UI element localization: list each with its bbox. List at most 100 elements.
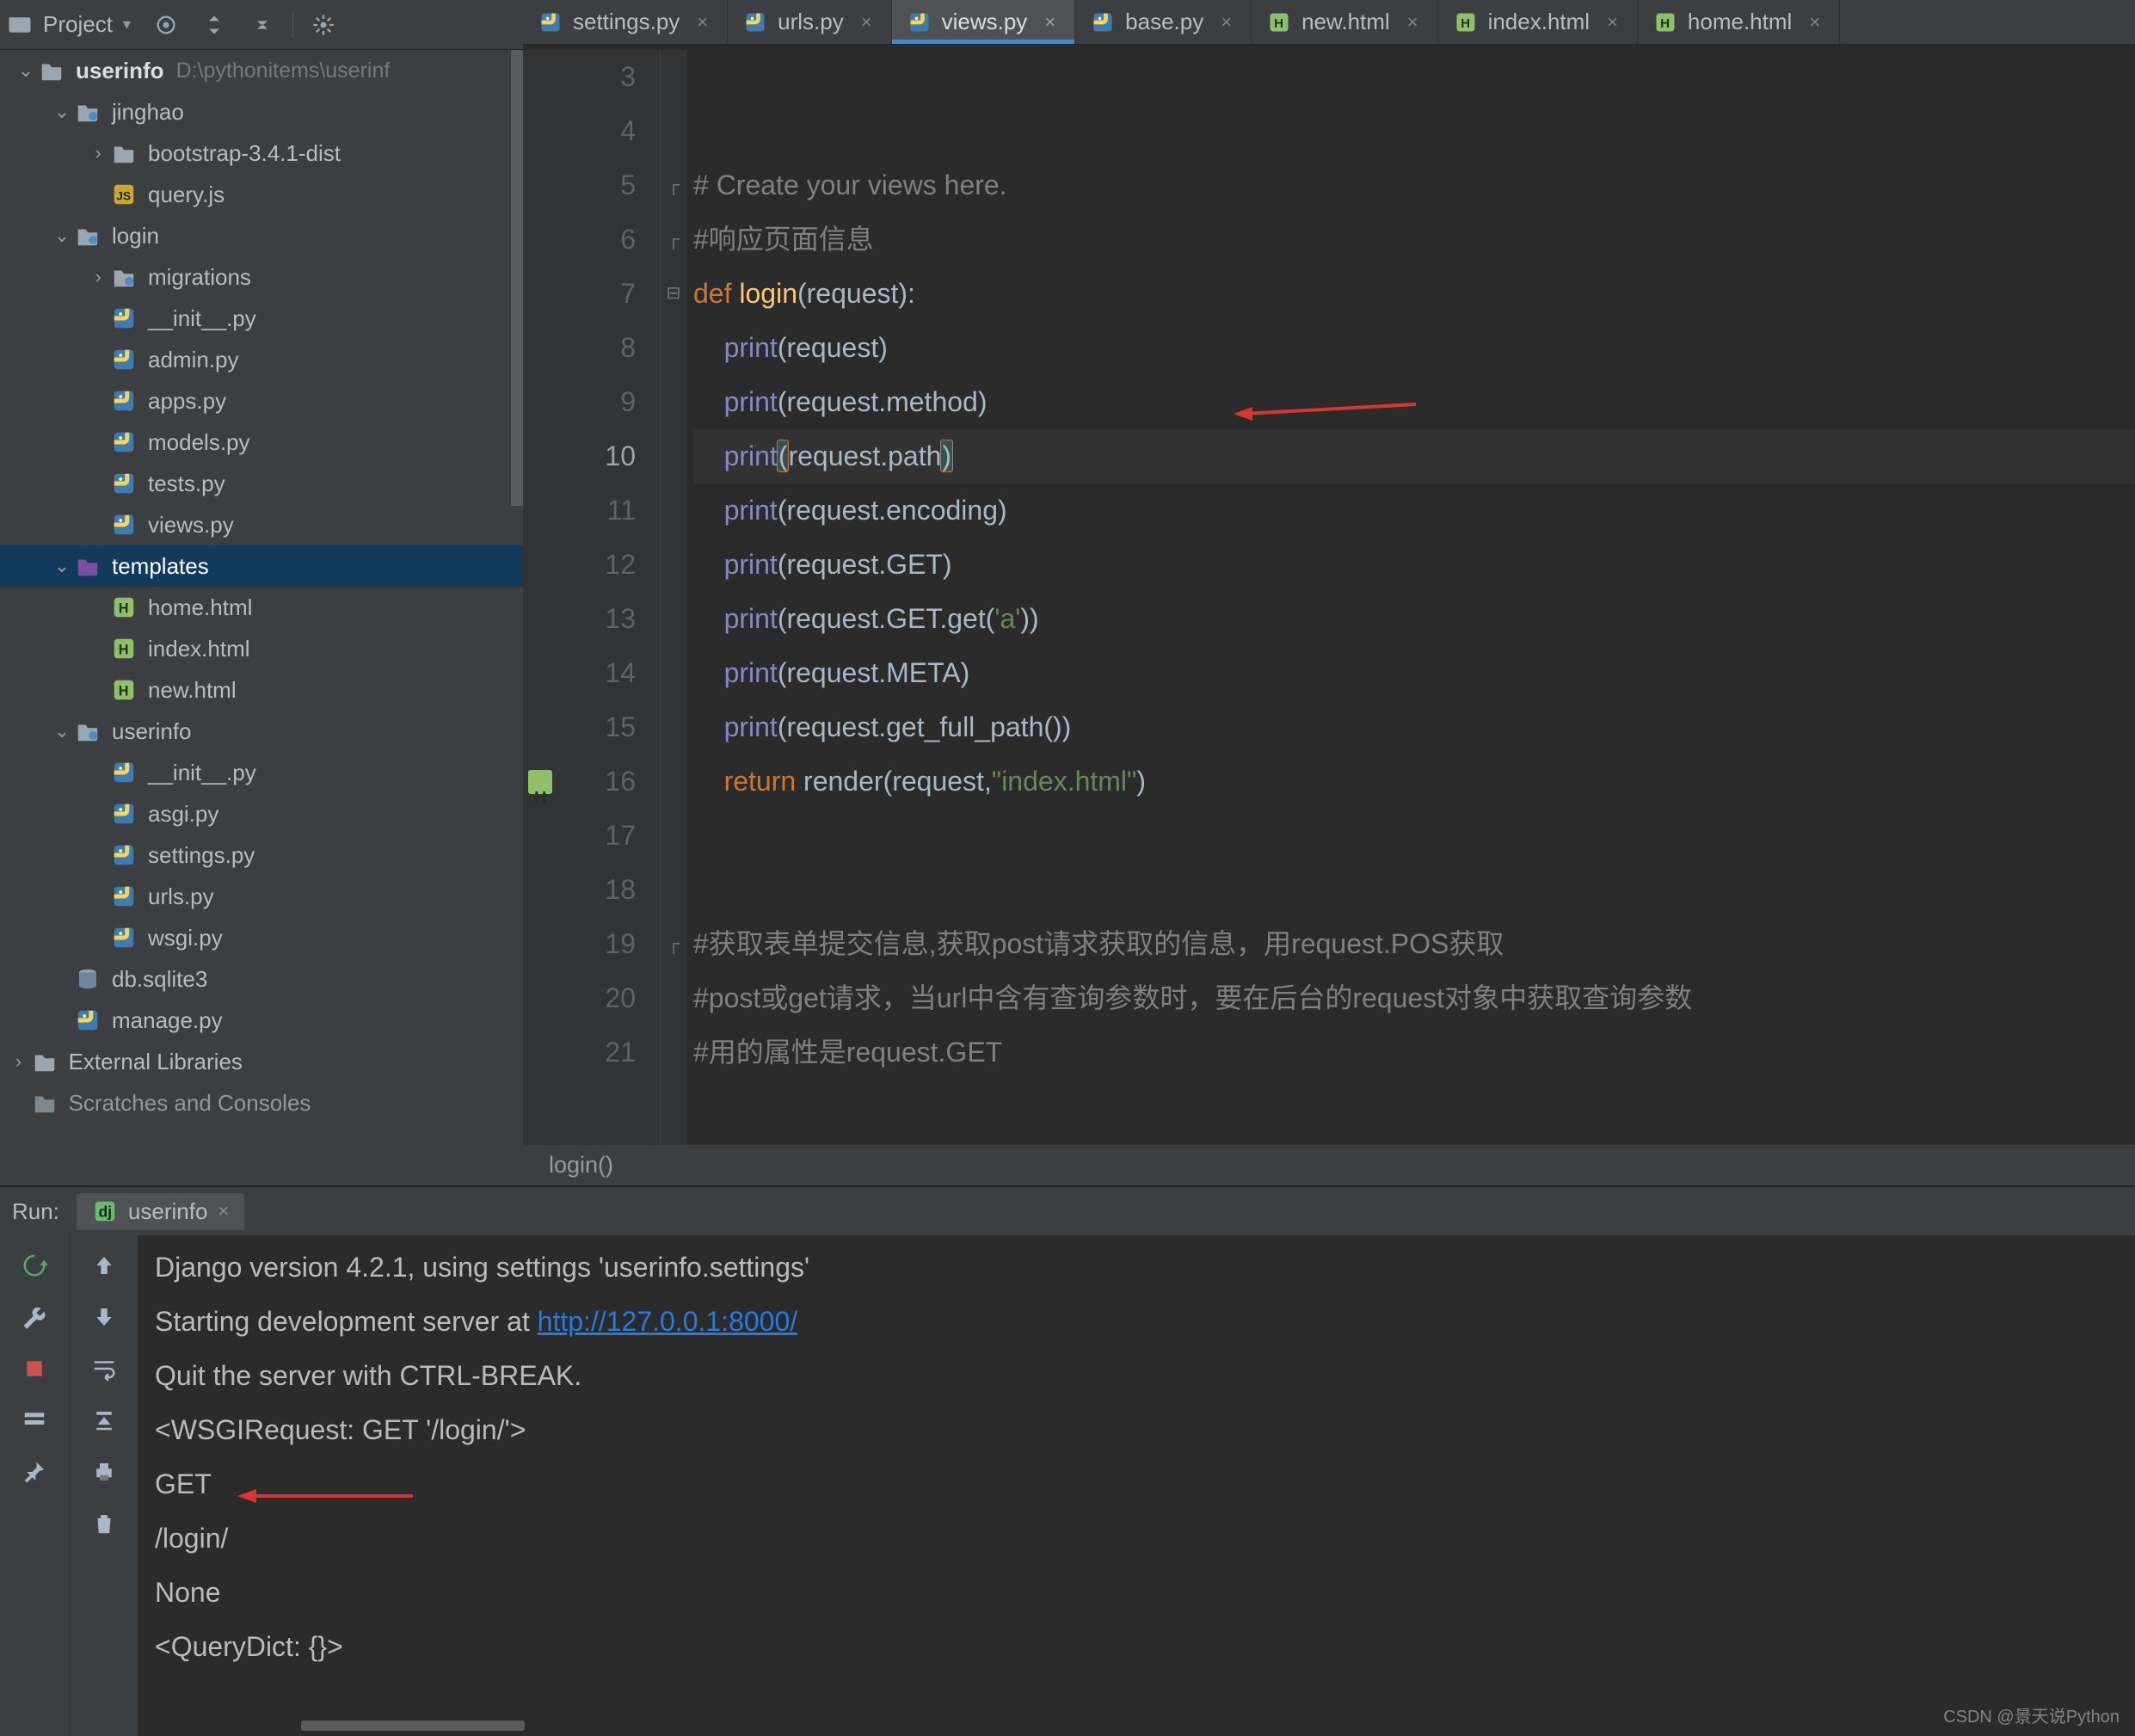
console-output[interactable]: Django version 4.2.1, using settings 'us… bbox=[138, 1235, 2135, 1736]
py-icon bbox=[110, 387, 138, 415]
tree-node[interactable]: admin.py bbox=[0, 339, 523, 380]
close-icon[interactable]: × bbox=[1221, 11, 1232, 34]
tab-index-html[interactable]: Hindex.html× bbox=[1438, 0, 1638, 44]
close-icon[interactable]: × bbox=[861, 11, 872, 34]
chevron-icon[interactable]: ⌄ bbox=[14, 59, 38, 82]
tree-scrollbar[interactable] bbox=[511, 50, 523, 506]
chevron-icon[interactable]: ⌄ bbox=[50, 555, 74, 577]
editor-gutter[interactable]: 3456789101112131415161718192021 bbox=[523, 50, 661, 1144]
svg-text:H: H bbox=[119, 683, 129, 699]
chevron-icon[interactable]: › bbox=[86, 142, 110, 164]
chevron-icon[interactable]: ⌄ bbox=[50, 101, 74, 123]
dir-pkg-icon bbox=[110, 263, 138, 291]
tab-new-html[interactable]: Hnew.html× bbox=[1252, 0, 1437, 44]
arrow-annotation bbox=[232, 1471, 421, 1493]
dir-tpl-icon bbox=[74, 552, 102, 580]
svg-text:H: H bbox=[119, 600, 129, 616]
close-icon[interactable]: × bbox=[218, 1200, 229, 1222]
soft-wrap-icon[interactable] bbox=[84, 1349, 124, 1388]
chevron-icon[interactable]: ⌄ bbox=[50, 720, 74, 742]
chevron-icon[interactable]: ⌄ bbox=[50, 225, 74, 247]
run-tool-col-1 bbox=[0, 1235, 69, 1736]
tree-node[interactable]: db.sqlite3 bbox=[0, 958, 523, 1000]
watermark: CSDN @景天说Python bbox=[1943, 1702, 2120, 1727]
scroll-end-icon[interactable] bbox=[84, 1400, 124, 1440]
tab-home-html[interactable]: Hhome.html× bbox=[1638, 0, 1840, 44]
tree-node[interactable]: Hindex.html bbox=[0, 628, 523, 669]
tree-node[interactable]: ›migrations bbox=[0, 256, 523, 298]
tree-node[interactable]: JSquery.js bbox=[0, 174, 523, 215]
tree-node[interactable]: Hhome.html bbox=[0, 587, 523, 628]
up-icon[interactable] bbox=[84, 1246, 124, 1285]
tree-node[interactable]: views.py bbox=[0, 504, 523, 545]
svg-text:JS: JS bbox=[116, 189, 131, 202]
run-tab[interactable]: dj userinfo × bbox=[77, 1193, 244, 1230]
down-icon[interactable] bbox=[84, 1297, 124, 1337]
wrench-icon[interactable] bbox=[15, 1297, 54, 1337]
tree-node[interactable]: ⌄templates bbox=[0, 545, 523, 587]
fold-strip[interactable]: ┌┌⊟┌ bbox=[661, 50, 686, 1144]
close-icon[interactable]: × bbox=[1607, 11, 1618, 34]
project-icon bbox=[7, 12, 33, 38]
stop-icon[interactable] bbox=[15, 1349, 54, 1388]
template-gutter-icon[interactable] bbox=[528, 770, 552, 794]
run-label: Run: bbox=[12, 1198, 59, 1225]
tree-node[interactable]: ⌄userinfo bbox=[0, 711, 523, 752]
rerun-icon[interactable] bbox=[15, 1246, 54, 1285]
tab-settings-py[interactable]: settings.py× bbox=[523, 0, 728, 44]
project-toolbar: Project ▾ bbox=[0, 0, 523, 50]
tree-node[interactable]: asgi.py bbox=[0, 793, 523, 834]
project-dropdown[interactable]: Project ▾ bbox=[7, 11, 131, 38]
tree-node[interactable]: __init__.py bbox=[0, 752, 523, 793]
tree-node[interactable]: Hnew.html bbox=[0, 669, 523, 711]
project-tree-panel: ⌄userinfoD:\pythonitems\userinf⌄jinghao›… bbox=[0, 50, 523, 1185]
tree-node[interactable]: tests.py bbox=[0, 463, 523, 504]
breadcrumb[interactable]: login() bbox=[523, 1144, 2135, 1185]
locate-icon[interactable] bbox=[148, 7, 184, 43]
tree-node[interactable]: ⌄userinfoD:\pythonitems\userinf bbox=[0, 50, 523, 91]
tree-node[interactable]: ⌄jinghao bbox=[0, 91, 523, 132]
django-icon: dj bbox=[92, 1198, 118, 1224]
settings-icon[interactable] bbox=[305, 7, 341, 43]
close-icon[interactable]: × bbox=[697, 11, 708, 34]
tab-views-py[interactable]: views.py× bbox=[892, 0, 1076, 44]
close-icon[interactable]: × bbox=[1044, 11, 1055, 34]
tree-node[interactable]: Scratches and Consoles bbox=[0, 1082, 523, 1123]
close-icon[interactable]: × bbox=[1407, 11, 1418, 34]
chevron-icon[interactable]: › bbox=[7, 1050, 31, 1073]
tree-node[interactable]: wsgi.py bbox=[0, 917, 523, 958]
tree-node[interactable]: __init__.py bbox=[0, 298, 523, 339]
html-icon: H bbox=[1653, 10, 1677, 34]
collapse-all-icon[interactable] bbox=[244, 7, 280, 43]
tree-node[interactable]: ›External Libraries bbox=[0, 1041, 523, 1082]
editor: 3456789101112131415161718192021 ┌┌⊟┌ # C… bbox=[523, 50, 2135, 1185]
html-icon: H bbox=[110, 594, 138, 621]
tree-node[interactable]: apps.py bbox=[0, 380, 523, 422]
tree-node[interactable]: settings.py bbox=[0, 834, 523, 876]
tree-node[interactable]: ⌄login bbox=[0, 215, 523, 256]
tree-node[interactable]: manage.py bbox=[0, 1000, 523, 1041]
expand-all-icon[interactable] bbox=[196, 7, 232, 43]
close-icon[interactable]: × bbox=[1809, 11, 1820, 34]
svg-text:H: H bbox=[1660, 15, 1670, 30]
tree-node[interactable]: ›bootstrap-3.4.1-dist bbox=[0, 132, 523, 174]
tab-base-py[interactable]: base.py× bbox=[1075, 0, 1252, 44]
tree-node[interactable]: models.py bbox=[0, 422, 523, 463]
arrow-annotation bbox=[1227, 391, 1424, 416]
pin-icon[interactable] bbox=[15, 1452, 54, 1492]
svg-text:H: H bbox=[1274, 15, 1283, 30]
tab-urls-py[interactable]: urls.py× bbox=[728, 0, 891, 44]
html-icon: H bbox=[1454, 10, 1478, 34]
code-body[interactable]: # Create your views here.#响应页面信息def logi… bbox=[686, 50, 2135, 1144]
py-icon bbox=[110, 428, 138, 456]
dir-icon bbox=[38, 57, 65, 84]
tree-node[interactable]: urls.py bbox=[0, 876, 523, 917]
trash-icon[interactable] bbox=[84, 1504, 124, 1543]
html-icon: H bbox=[110, 635, 138, 662]
console-scrollbar[interactable] bbox=[301, 1721, 525, 1731]
layout-icon[interactable] bbox=[15, 1400, 54, 1440]
print-icon[interactable] bbox=[84, 1452, 124, 1492]
editor-tabs: settings.py×urls.py×views.py×base.py×Hne… bbox=[523, 0, 2135, 45]
chevron-icon[interactable]: › bbox=[86, 266, 110, 288]
py-icon bbox=[1091, 10, 1115, 34]
